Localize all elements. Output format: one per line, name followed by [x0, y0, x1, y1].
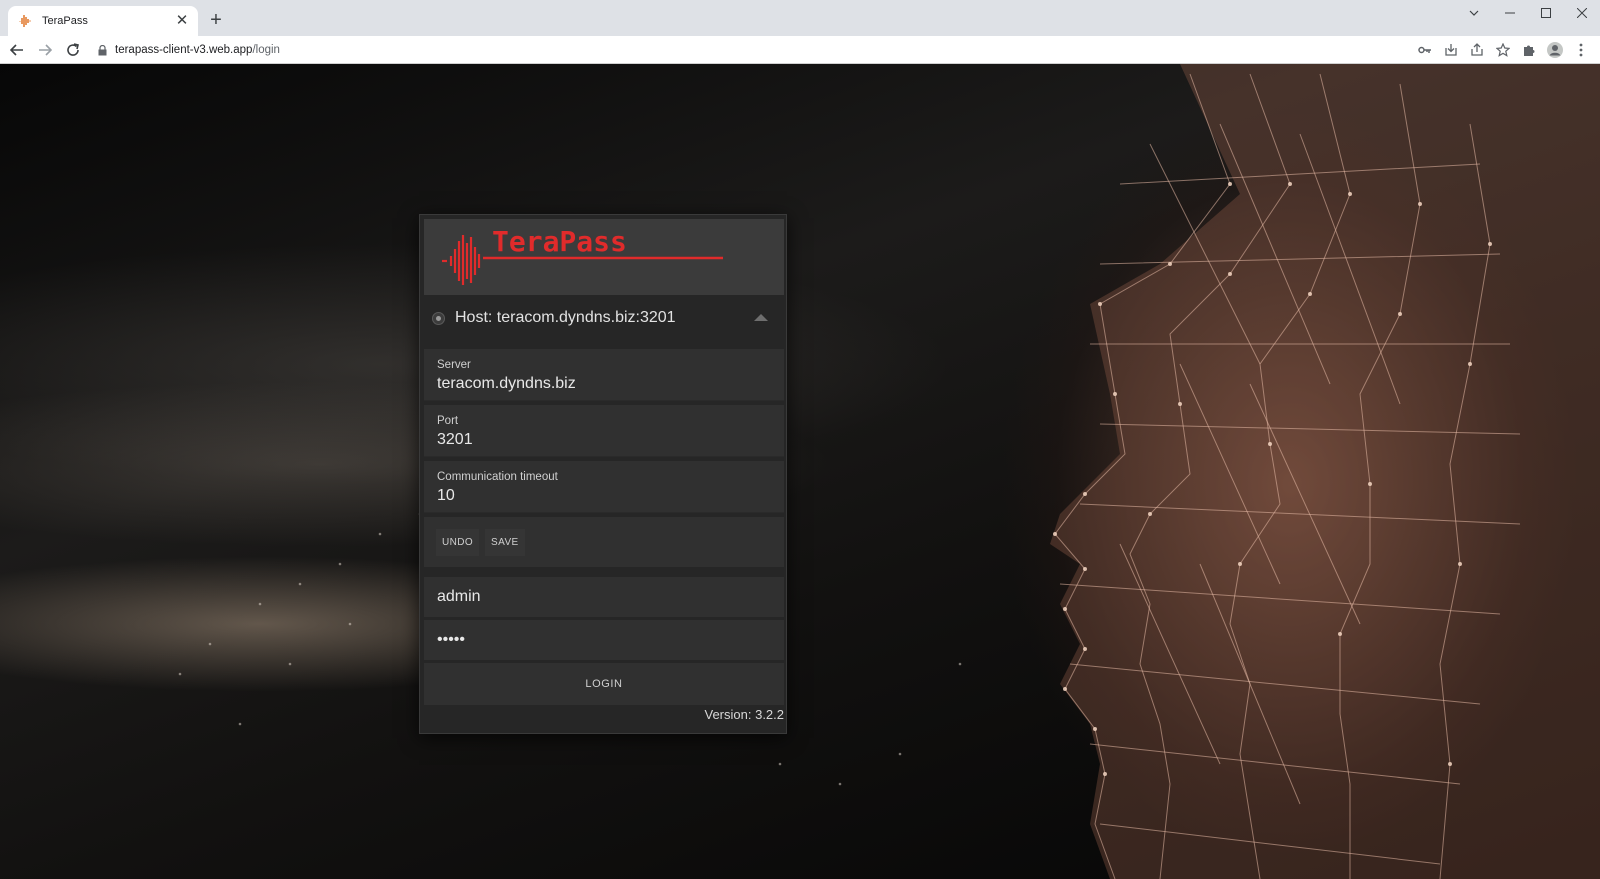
- version-label: Version: 3.2.2: [704, 707, 785, 722]
- timeout-input[interactable]: [437, 487, 767, 505]
- terapass-logo: TeraPass: [424, 219, 784, 295]
- host-label: Host: teracom.dyndns.biz:3201: [455, 309, 676, 326]
- minimize-icon[interactable]: [1492, 0, 1528, 26]
- maximize-icon[interactable]: [1528, 0, 1564, 26]
- lock-icon[interactable]: [98, 44, 107, 56]
- login-card: TeraPass Host: teracom.dyndns.biz:3201 S…: [419, 214, 787, 734]
- logo-text: TeraPass: [492, 225, 627, 258]
- key-icon[interactable]: [1414, 40, 1436, 60]
- back-arrow-icon[interactable]: [6, 39, 28, 61]
- profile-avatar-icon[interactable]: [1544, 40, 1566, 60]
- port-label: Port: [437, 415, 459, 427]
- toolbar-actions: [1414, 40, 1592, 60]
- timeout-field[interactable]: Communication timeout: [424, 461, 784, 513]
- password-field[interactable]: [424, 620, 784, 660]
- login-button[interactable]: LOGIN: [424, 663, 784, 705]
- username-input[interactable]: [437, 588, 767, 606]
- chevron-up-icon[interactable]: [754, 314, 768, 321]
- login-page: TeraPass Host: teracom.dyndns.biz:3201 S…: [0, 64, 1600, 879]
- tab-strip: TeraPass ✕ +: [0, 0, 1600, 36]
- kebab-menu-icon[interactable]: [1570, 40, 1592, 60]
- reload-icon[interactable]: [62, 39, 84, 61]
- browser-tab[interactable]: TeraPass ✕: [8, 6, 198, 36]
- forward-arrow-icon[interactable]: [34, 39, 56, 61]
- save-button[interactable]: SAVE: [485, 528, 525, 556]
- undo-button[interactable]: UNDO: [436, 528, 480, 556]
- connection-status-icon: [432, 311, 445, 325]
- port-field[interactable]: Port: [424, 405, 784, 457]
- terapass-logo-icon: TeraPass: [442, 225, 723, 285]
- password-input[interactable]: [437, 631, 767, 649]
- terapass-favicon-icon: [18, 14, 32, 28]
- bookmark-star-icon[interactable]: [1492, 40, 1514, 60]
- login-button-wrapper: LOGIN: [424, 663, 784, 705]
- tab-title: TeraPass: [42, 15, 88, 27]
- server-actions: UNDO SAVE: [424, 517, 784, 567]
- host-selector[interactable]: Host: teracom.dyndns.biz:3201: [424, 296, 784, 340]
- close-window-icon[interactable]: [1564, 0, 1600, 26]
- url-path: /login: [252, 44, 280, 56]
- browser-toolbar: terapass-client-v3.web.app/login: [0, 36, 1600, 64]
- username-field[interactable]: [424, 577, 784, 617]
- port-input[interactable]: [437, 431, 767, 449]
- server-field[interactable]: Server: [424, 349, 784, 401]
- wireframe-face-background: [178, 64, 1600, 879]
- window-controls: [1456, 0, 1600, 26]
- extensions-puzzle-icon[interactable]: [1518, 40, 1540, 60]
- tab-close-icon[interactable]: ✕: [174, 13, 190, 29]
- server-input[interactable]: [437, 375, 767, 393]
- tab-search-icon[interactable]: [1456, 0, 1492, 26]
- new-tab-button[interactable]: +: [206, 10, 226, 30]
- server-label: Server: [437, 359, 471, 371]
- timeout-label: Communication timeout: [437, 471, 558, 483]
- url-host: terapass-client-v3.web.app: [115, 44, 253, 56]
- share-icon[interactable]: [1466, 40, 1488, 60]
- address-bar[interactable]: terapass-client-v3.web.app/login: [90, 39, 1396, 61]
- install-app-icon[interactable]: [1440, 40, 1462, 60]
